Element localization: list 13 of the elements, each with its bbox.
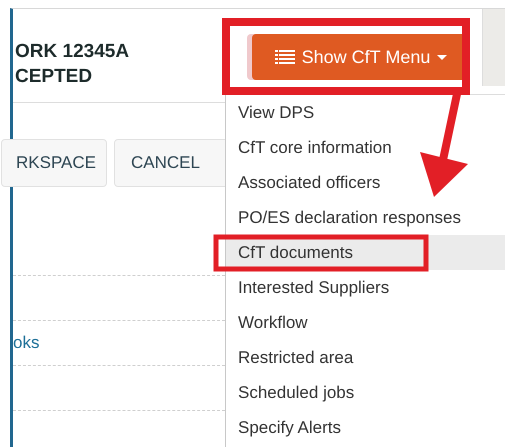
menu-item[interactable]: Specify Alerts [226, 410, 505, 445]
caret-icon [437, 54, 448, 60]
menu-item[interactable]: View DPS [226, 95, 505, 130]
menu-item[interactable]: Workflow [226, 305, 505, 340]
menu-item[interactable]: Restricted area [226, 340, 505, 375]
list-icon [274, 50, 295, 64]
record-title: CEPTED [15, 65, 94, 89]
action-button[interactable]: RKSPACE [1, 139, 107, 187]
menu-item[interactable]: PO/ES declaration responses [226, 200, 505, 235]
menu-item[interactable]: Interested Suppliers [226, 270, 505, 305]
link[interactable]: oks [13, 333, 40, 353]
menu-item[interactable]: Scheduled jobs [226, 375, 505, 410]
record-title: ORK 12345A [15, 40, 130, 64]
